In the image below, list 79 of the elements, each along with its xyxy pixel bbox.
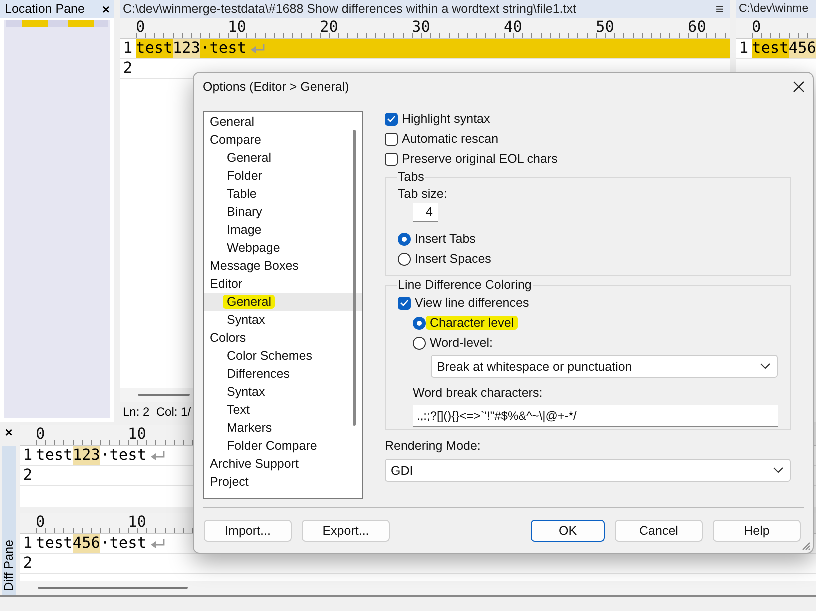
checkbox-label: Preserve original EOL chars — [402, 152, 558, 166]
ruler-label: 10 — [128, 425, 148, 445]
status-text: Ln: 2 Col: 1/ — [123, 405, 192, 419]
checkbox[interactable] — [398, 296, 411, 310]
ruler-label: 50 — [596, 18, 616, 38]
group-title: Tabs — [397, 170, 426, 184]
tree-item[interactable]: Image — [204, 221, 362, 239]
ruler-label: 0 — [36, 425, 46, 445]
dialog-button[interactable]: OK — [531, 520, 605, 542]
tree-item[interactable]: Project — [204, 473, 351, 491]
close-icon[interactable] — [793, 81, 805, 93]
tree-item[interactable]: Folder Compare — [204, 437, 362, 455]
tree-item[interactable]: Syntax — [204, 311, 362, 329]
close-button[interactable]: × — [5, 425, 13, 440]
radio-button[interactable] — [398, 232, 411, 246]
radio-label: Character level — [426, 316, 518, 330]
checkbox[interactable] — [385, 112, 398, 126]
checkbox[interactable] — [385, 132, 398, 146]
tree-item[interactable]: Webpage — [204, 239, 362, 257]
tree-item[interactable]: Archive Support — [204, 455, 351, 473]
ruler-label: 30 — [412, 18, 432, 38]
number-field[interactable]: 4 — [413, 203, 438, 222]
ruler-label: 0 — [136, 18, 146, 38]
checkbox-label: View line differences — [415, 296, 530, 310]
tree-item[interactable]: Colors — [204, 329, 351, 347]
tree-item[interactable]: Syntax — [204, 383, 362, 401]
input-field[interactable]: .,:;?[](){}<=>`'!"#$%&^~\|@+-*/ — [413, 405, 778, 427]
ruler-label: 0 — [36, 513, 46, 533]
chevron-down-icon — [760, 363, 771, 370]
scrollbar[interactable] — [38, 587, 188, 589]
dialog-title: Options (Editor > General) — [203, 80, 350, 94]
close-button[interactable]: × — [102, 2, 110, 16]
tree-item[interactable]: Compare — [204, 131, 351, 149]
checkbox-label: Highlight syntax — [402, 112, 490, 126]
file-path: C:\dev\winmerge-testdata\#1688 Show differences within a wordtext string\file1.txt — [123, 2, 576, 16]
tree-item[interactable]: General — [204, 149, 362, 167]
tree-item[interactable]: Markers — [204, 419, 362, 437]
radio-label: Insert Tabs — [415, 232, 476, 246]
dialog-button[interactable]: Cancel — [615, 520, 703, 542]
radio-button[interactable] — [398, 252, 411, 266]
tree-item[interactable]: Color Schemes — [204, 347, 362, 365]
checkbox[interactable] — [385, 152, 398, 166]
tree-item[interactable]: Message Boxes — [204, 257, 351, 275]
tree-item[interactable]: General — [204, 293, 362, 311]
field-label: Tab size: — [398, 187, 448, 201]
ruler-label: 20 — [320, 18, 340, 38]
resize-grip-icon[interactable] — [801, 541, 811, 551]
dialog-button[interactable]: Help — [713, 520, 801, 542]
scrollbar[interactable] — [138, 394, 190, 396]
dropdown[interactable]: Break at whitespace or punctuation — [431, 355, 778, 378]
radio-button[interactable] — [413, 336, 426, 350]
pane-title: Location Pane — [5, 2, 85, 16]
tree-item[interactable]: Editor — [204, 275, 351, 293]
file-path: C:\dev\winme — [739, 3, 809, 15]
radio-label: Insert Spaces — [415, 252, 492, 266]
dialog-button[interactable]: Import... — [204, 520, 292, 542]
chevron-down-icon — [773, 467, 784, 474]
tree-item[interactable]: General — [204, 113, 351, 131]
dropdown[interactable]: GDI — [385, 459, 791, 482]
ruler-label: 10 — [228, 18, 248, 38]
radio-button[interactable] — [413, 316, 426, 330]
tree-item[interactable]: Differences — [204, 365, 362, 383]
field-label: Rendering Mode: — [385, 439, 482, 455]
tree-item[interactable]: Text — [204, 401, 362, 419]
group-title: Line Difference Coloring — [397, 278, 533, 292]
tree-item[interactable]: Folder — [204, 167, 362, 185]
ruler-label: 60 — [688, 18, 708, 38]
tree-item[interactable]: Binary — [204, 203, 362, 221]
tree-item[interactable]: Table — [204, 185, 362, 203]
ruler-label: 0 — [752, 18, 762, 38]
checkbox-label: Automatic rescan — [402, 132, 499, 146]
menu-button[interactable]: ≡ — [714, 1, 726, 17]
scrollbar[interactable] — [353, 130, 356, 426]
field-label: Word break characters: — [413, 386, 544, 402]
pane-title: Diff Pane — [2, 538, 16, 593]
ruler-label: 10 — [128, 513, 148, 533]
radio-label: Word-level: — [430, 336, 493, 350]
ruler-label: 40 — [504, 18, 524, 38]
dialog-button[interactable]: Export... — [302, 520, 390, 542]
